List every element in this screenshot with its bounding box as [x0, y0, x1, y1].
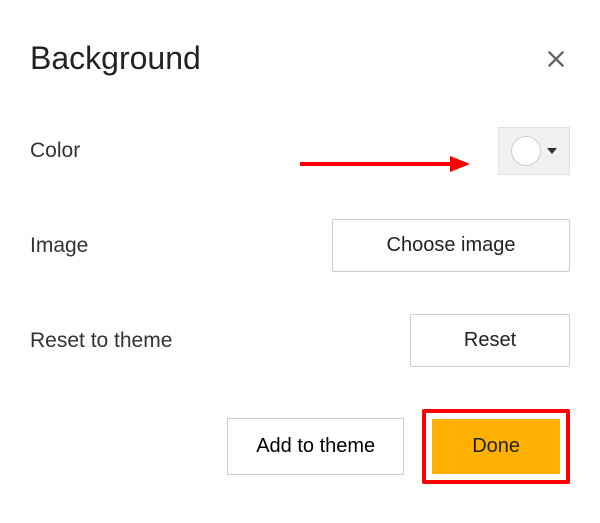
- image-label: Image: [30, 234, 88, 258]
- close-button[interactable]: [542, 45, 570, 73]
- reset-button[interactable]: Reset: [410, 314, 570, 367]
- close-icon: [545, 48, 567, 70]
- chevron-down-icon: [547, 148, 557, 154]
- reset-label: Reset to theme: [30, 329, 172, 353]
- dialog-header: Background: [30, 40, 570, 77]
- color-row: Color: [30, 125, 570, 177]
- done-button[interactable]: Done: [432, 419, 560, 474]
- done-highlight-annotation: Done: [422, 409, 570, 484]
- color-swatch: [511, 136, 541, 166]
- reset-row: Reset to theme Reset: [30, 314, 570, 367]
- color-picker-button[interactable]: [498, 127, 570, 175]
- color-label: Color: [30, 139, 80, 163]
- choose-image-button[interactable]: Choose image: [332, 219, 570, 272]
- dialog-footer: Add to theme Done: [30, 409, 570, 484]
- add-to-theme-button[interactable]: Add to theme: [227, 418, 404, 475]
- dialog-title: Background: [30, 40, 201, 77]
- image-row: Image Choose image: [30, 219, 570, 272]
